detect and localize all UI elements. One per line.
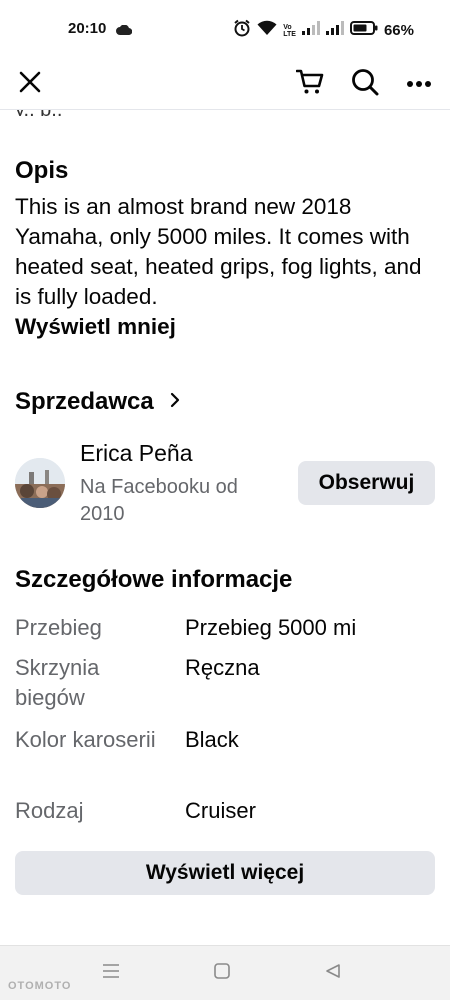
watermark-text: OTOMOTO <box>8 980 72 992</box>
close-icon <box>19 71 41 98</box>
cart-button[interactable] <box>290 64 330 104</box>
signal-icon <box>301 21 320 40</box>
menu-lines-icon <box>102 963 120 984</box>
lte-label: LTE <box>283 30 296 38</box>
recents-button[interactable] <box>99 961 123 985</box>
detail-label-type: Rodzaj <box>15 798 84 823</box>
detail-label-transmission: Skrzynia biegów <box>15 655 100 710</box>
signal-icon-2 <box>325 21 344 40</box>
seller-title: Sprzedawca <box>15 388 154 415</box>
seller-member-since: Na Facebooku od 2010 <box>80 476 238 525</box>
cart-icon <box>295 69 324 100</box>
avatar[interactable] <box>15 458 65 508</box>
detail-value-type: Cruiser <box>185 798 256 823</box>
description-title: Opis <box>15 157 69 184</box>
back-button[interactable] <box>321 961 345 985</box>
detail-value-transmission: Ręczna <box>185 655 260 680</box>
seller-name[interactable]: Erica Peña <box>80 440 193 467</box>
battery-icon <box>349 21 378 40</box>
clipped-previous-text: y.. p.. <box>15 110 62 116</box>
status-time: 20:10 <box>68 20 107 37</box>
home-square-icon <box>214 962 230 984</box>
status-bar: 20:10 Vo LTE 66% <box>0 0 450 58</box>
volte-label: Vo <box>283 23 292 31</box>
cloud-icon <box>116 22 133 40</box>
detail-value-color: Black <box>185 727 239 752</box>
seller-header[interactable]: Sprzedawca <box>15 388 180 416</box>
details-title: Szczegółowe informacje <box>15 566 293 593</box>
home-button[interactable] <box>210 961 234 985</box>
status-indicators: Vo LTE 66% <box>233 19 414 42</box>
follow-button[interactable]: Obserwuj <box>298 461 435 505</box>
detail-value-mileage: Przebieg 5000 mi <box>185 615 357 640</box>
network-type: Vo LTE <box>283 24 296 38</box>
description-text: This is an almost brand new 2018 Yamaha,… <box>15 194 422 309</box>
back-triangle-icon <box>325 963 341 984</box>
chevron-right-icon <box>170 392 180 413</box>
search-icon <box>351 68 379 101</box>
show-less-link[interactable]: Wyświetl mniej <box>15 314 176 340</box>
close-button[interactable] <box>10 64 50 104</box>
show-more-button[interactable]: Wyświetl więcej <box>15 851 435 895</box>
wifi-icon <box>257 20 277 41</box>
battery-percent: 66% <box>383 22 414 39</box>
detail-label-color: Kolor karoserii <box>15 727 156 752</box>
detail-label-mileage: Przebieg <box>15 615 102 640</box>
top-app-bar <box>0 58 450 110</box>
more-icon <box>406 75 432 93</box>
more-options-button[interactable] <box>399 64 439 104</box>
search-button[interactable] <box>345 64 385 104</box>
alarm-icon <box>233 19 251 42</box>
